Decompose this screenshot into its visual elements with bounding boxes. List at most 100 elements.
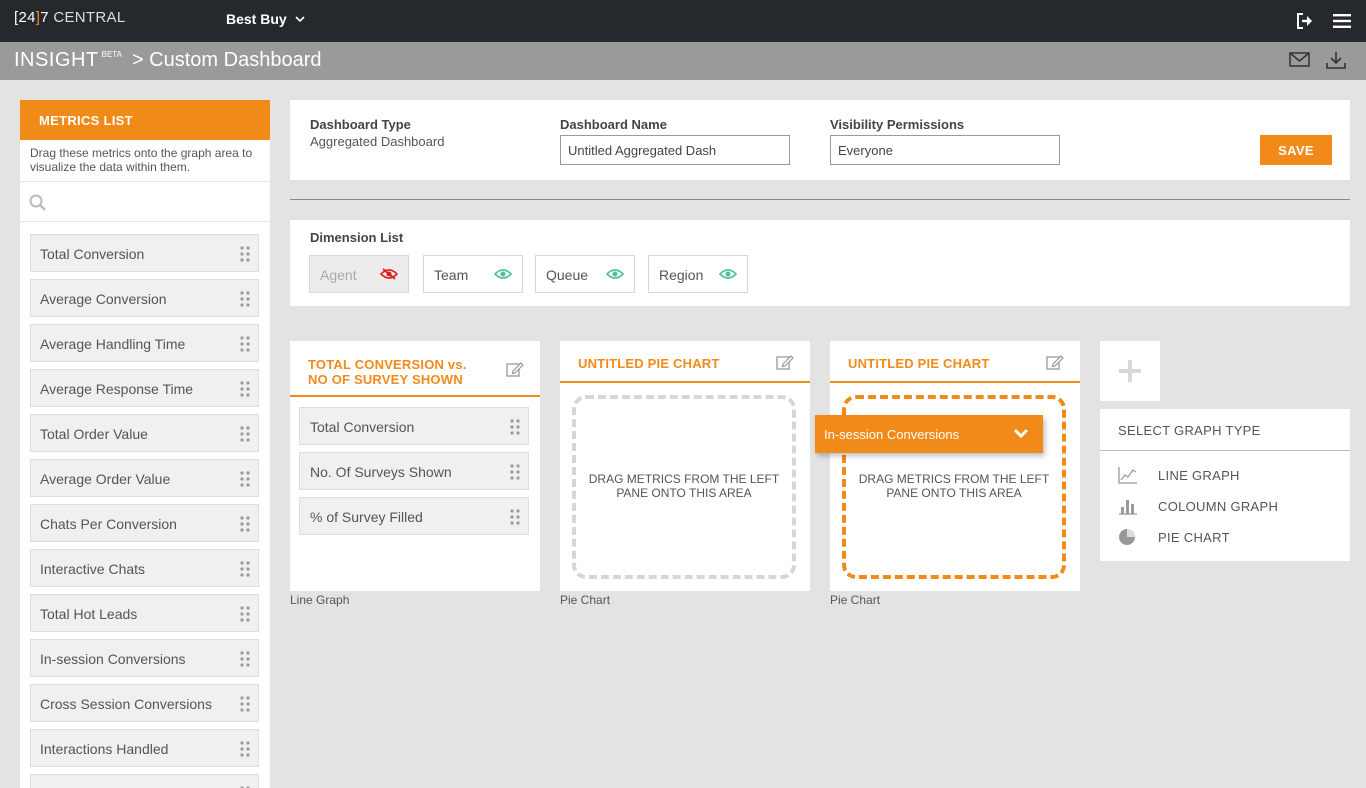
graph-title[interactable]: UNTITLED PIE CHART: [578, 356, 720, 371]
metric-item[interactable]: Interactions Handled: [30, 729, 259, 767]
dimension-chip-queue[interactable]: Queue: [535, 255, 635, 293]
dashboard-name-input[interactable]: [560, 135, 790, 165]
metric-label: Interactions Handled: [40, 741, 169, 757]
metrics-header: METRICS LIST: [20, 100, 270, 140]
graph-type-line[interactable]: LINE GRAPH: [1100, 461, 1350, 491]
drag-handle-icon[interactable]: [240, 651, 250, 667]
graph-metric-item[interactable]: % of Survey Filled: [299, 497, 529, 535]
sub-header: INSIGHT BETA > Custom Dashboard: [0, 42, 1366, 80]
drop-zone-text: DRAG METRICS FROM THE LEFT PANE ONTO THI…: [858, 472, 1050, 500]
drag-handle-icon[interactable]: [510, 509, 520, 525]
metric-label: Average Handling Time: [40, 336, 186, 352]
graph-title[interactable]: UNTITLED PIE CHART: [848, 356, 990, 371]
eye-icon[interactable]: [494, 268, 512, 280]
metric-item[interactable]: Cross Session Conversions: [30, 684, 259, 722]
metric-label: Total Conversion: [40, 246, 145, 262]
drag-handle-icon[interactable]: [240, 246, 250, 262]
drag-handle-icon[interactable]: [240, 561, 250, 577]
graph-title[interactable]: TOTAL CONVERSION vs. NO OF SURVEY SHOWN: [308, 357, 467, 387]
graph-type-label: LINE GRAPH: [1158, 468, 1240, 483]
graph-type-header: SELECT GRAPH TYPE: [1100, 409, 1350, 451]
mail-icon[interactable]: [1289, 51, 1313, 71]
chevron-down-icon[interactable]: [1013, 428, 1029, 439]
edit-icon[interactable]: [1046, 354, 1064, 371]
metric-item[interactable]: Average Response Time: [30, 369, 259, 407]
logo-central: CENTRAL: [48, 9, 126, 26]
top-bar: [24]7 CENTRAL Best Buy: [0, 0, 1366, 42]
search-input[interactable]: [52, 190, 252, 214]
drag-handle-icon[interactable]: [240, 291, 250, 307]
metric-item[interactable]: Average Handling Time: [30, 324, 259, 362]
metric-label: Average Conversion: [40, 291, 167, 307]
visibility-label: Visibility Permissions: [830, 117, 965, 132]
metric-item[interactable]: Average Order Value: [30, 459, 259, 497]
save-button[interactable]: SAVE: [1260, 135, 1332, 165]
menu-icon[interactable]: [1331, 10, 1353, 32]
graph-card-pie[interactable]: UNTITLED PIE CHART DRAG METRICS FROM THE…: [560, 341, 810, 591]
eye-icon[interactable]: [719, 268, 737, 280]
drag-handle-icon[interactable]: [240, 606, 250, 622]
divider: [290, 199, 1350, 200]
line-graph-icon: [1118, 467, 1137, 484]
metric-label: Cross Session Conversions: [40, 696, 212, 712]
metric-item[interactable]: Interactive Chats: [30, 549, 259, 587]
graph-card-header: UNTITLED PIE CHART: [830, 341, 1080, 383]
dashboard-type-value: Aggregated Dashboard: [310, 134, 445, 149]
dimension-chip-agent[interactable]: Agent: [309, 255, 409, 293]
drag-handle-icon[interactable]: [240, 696, 250, 712]
dimension-chip-team[interactable]: Team: [423, 255, 523, 293]
graph-type-column[interactable]: COLOUMN GRAPH: [1100, 492, 1350, 522]
dimension-label: Team: [434, 267, 469, 283]
drag-handle-icon[interactable]: [240, 336, 250, 352]
metric-item[interactable]: Total Order Value: [30, 414, 259, 452]
logout-icon[interactable]: [1294, 10, 1316, 32]
graph-type-caption: Line Graph: [290, 593, 350, 607]
drop-zone[interactable]: DRAG METRICS FROM THE LEFT PANE ONTO THI…: [572, 395, 796, 579]
add-graph-button[interactable]: [1100, 341, 1160, 401]
dragged-metric[interactable]: In-session Conversions: [815, 415, 1043, 453]
visibility-input[interactable]: [830, 135, 1060, 165]
graph-type-pie[interactable]: PIE CHART: [1100, 523, 1350, 553]
metric-label: In-session Conversions: [40, 651, 186, 667]
dimension-title: Dimension List: [310, 230, 404, 245]
metric-item[interactable]: [30, 774, 259, 788]
company-selector[interactable]: Best Buy: [226, 11, 305, 27]
drag-handle-icon[interactable]: [240, 426, 250, 442]
edit-icon[interactable]: [776, 354, 794, 371]
graph-type-label: PIE CHART: [1158, 530, 1230, 545]
metric-label: Total Hot Leads: [40, 606, 138, 622]
graph-type-menu: SELECT GRAPH TYPE LINE GRAPH COLOUMN GRA…: [1100, 409, 1350, 561]
dashboard-name-label: Dashboard Name: [560, 117, 667, 132]
graph-metric-item[interactable]: Total Conversion: [299, 407, 529, 445]
metric-label: Chats Per Conversion: [40, 516, 177, 532]
metric-item[interactable]: Total Conversion: [30, 234, 259, 272]
metric-item[interactable]: Chats Per Conversion: [30, 504, 259, 542]
metric-item[interactable]: In-session Conversions: [30, 639, 259, 677]
metric-item[interactable]: Total Hot Leads: [30, 594, 259, 632]
dimension-label: Region: [659, 267, 704, 283]
drag-handle-icon[interactable]: [240, 471, 250, 487]
download-icon[interactable]: [1325, 51, 1349, 71]
app-logo[interactable]: [24]7 CENTRAL: [14, 9, 125, 26]
drag-handle-icon[interactable]: [240, 381, 250, 397]
drag-handle-icon[interactable]: [510, 419, 520, 435]
graph-card-pie[interactable]: UNTITLED PIE CHART DRAG METRICS FROM THE…: [830, 341, 1080, 591]
company-name: Best Buy: [226, 11, 287, 27]
dashboard-type-label: Dashboard Type: [310, 117, 411, 132]
eye-hidden-icon[interactable]: [380, 268, 398, 280]
metric-item[interactable]: Average Conversion: [30, 279, 259, 317]
graph-card-line[interactable]: TOTAL CONVERSION vs. NO OF SURVEY SHOWN …: [290, 341, 540, 591]
metrics-panel: METRICS LIST Drag these metrics onto the…: [20, 100, 270, 788]
drag-handle-icon[interactable]: [240, 741, 250, 757]
metric-label: Interactive Chats: [40, 561, 146, 577]
edit-icon[interactable]: [506, 361, 524, 378]
graph-metric-label: No. Of Surveys Shown: [310, 464, 452, 480]
dimension-label: Agent: [320, 267, 357, 283]
beta-badge: BETA: [101, 50, 122, 59]
eye-icon[interactable]: [606, 268, 624, 280]
graph-metric-label: Total Conversion: [310, 419, 415, 435]
drag-handle-icon[interactable]: [240, 516, 250, 532]
drag-handle-icon[interactable]: [510, 464, 520, 480]
graph-metric-item[interactable]: No. Of Surveys Shown: [299, 452, 529, 490]
dimension-chip-region[interactable]: Region: [648, 255, 748, 293]
